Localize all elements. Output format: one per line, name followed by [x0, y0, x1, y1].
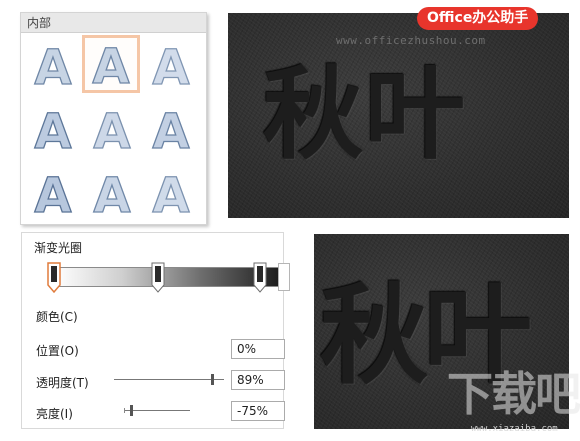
site-url-watermark: www.officezhushou.com	[336, 34, 486, 47]
preset-letter: A	[93, 104, 130, 154]
gradient-bar[interactable]	[54, 267, 280, 287]
preset-letter: A	[34, 104, 71, 154]
preset-letter: A	[152, 168, 189, 218]
stop-marker-icon	[47, 262, 61, 293]
brightness-label: 亮度(I)	[36, 407, 73, 421]
gradient-stop-2[interactable]	[151, 262, 165, 293]
position-input[interactable]: 0%	[231, 339, 285, 359]
bevel-a-icon: A	[93, 168, 131, 218]
transparency-slider[interactable]	[114, 379, 224, 380]
preset-letter: A	[92, 39, 129, 89]
bevel-a-icon: A	[34, 40, 72, 90]
stop-marker-icon	[253, 262, 267, 293]
bevel-a-icon: A	[34, 168, 72, 218]
preset-inner-7[interactable]: A	[24, 164, 82, 222]
download-url-watermark: www.xiazaiba.com	[471, 424, 558, 434]
download-logo-watermark: 下载吧	[447, 367, 580, 421]
preset-inner-1[interactable]: A	[24, 36, 82, 94]
preset-inner-2-selected[interactable]: A	[82, 35, 140, 93]
transparency-input[interactable]: 89%	[231, 370, 285, 390]
preset-inner-6[interactable]: A	[142, 100, 200, 158]
bevel-a-icon: A	[93, 104, 131, 154]
stop-marker-icon	[151, 262, 165, 293]
preset-inner-5[interactable]: A	[83, 100, 141, 158]
color-label[interactable]: 颜色(C)	[36, 308, 78, 325]
gradient-stop-1-active[interactable]	[47, 262, 61, 293]
transparency-label: 透明度(T)	[36, 376, 89, 390]
preset-inner-9[interactable]: A	[142, 164, 200, 222]
bevel-a-icon: A	[34, 104, 72, 154]
gradient-stops-title: 渐变光圈	[34, 241, 83, 255]
embossed-text: 秋叶	[263, 56, 467, 173]
preset-inner-8[interactable]: A	[83, 164, 141, 222]
preset-inner-4[interactable]: A	[24, 100, 82, 158]
bevel-a-icon: A	[152, 104, 190, 154]
gradient-bar-overflow	[278, 263, 290, 291]
brightness-slider[interactable]	[124, 410, 190, 411]
bevel-a-icon: A	[152, 40, 190, 90]
preset-letter: A	[93, 168, 130, 218]
preset-letter: A	[152, 104, 189, 154]
position-label: 位置(O)	[36, 344, 79, 358]
brand-badge: Office办公助手	[417, 7, 539, 30]
preset-gallery: 内部 A A A A A A A A A	[20, 12, 207, 225]
bevel-a-icon: A	[92, 39, 130, 89]
gallery-header: 内部	[21, 13, 206, 33]
brightness-input[interactable]: -75%	[231, 401, 285, 421]
brightness-slider-thumb[interactable]	[129, 405, 133, 416]
preset-letter: A	[34, 40, 71, 90]
preset-letter: A	[34, 168, 71, 218]
transparency-slider-thumb[interactable]	[210, 374, 214, 385]
gradient-stop-3[interactable]	[253, 262, 267, 293]
preset-inner-3[interactable]: A	[142, 36, 200, 94]
brightness-tick	[124, 408, 125, 413]
bevel-a-icon: A	[152, 168, 190, 218]
preset-letter: A	[152, 40, 189, 90]
gradient-options-panel: 渐变光圈 颜色(C) 位置(O) 0% 透明度(T) 89% 亮度(I) -75…	[21, 232, 290, 429]
